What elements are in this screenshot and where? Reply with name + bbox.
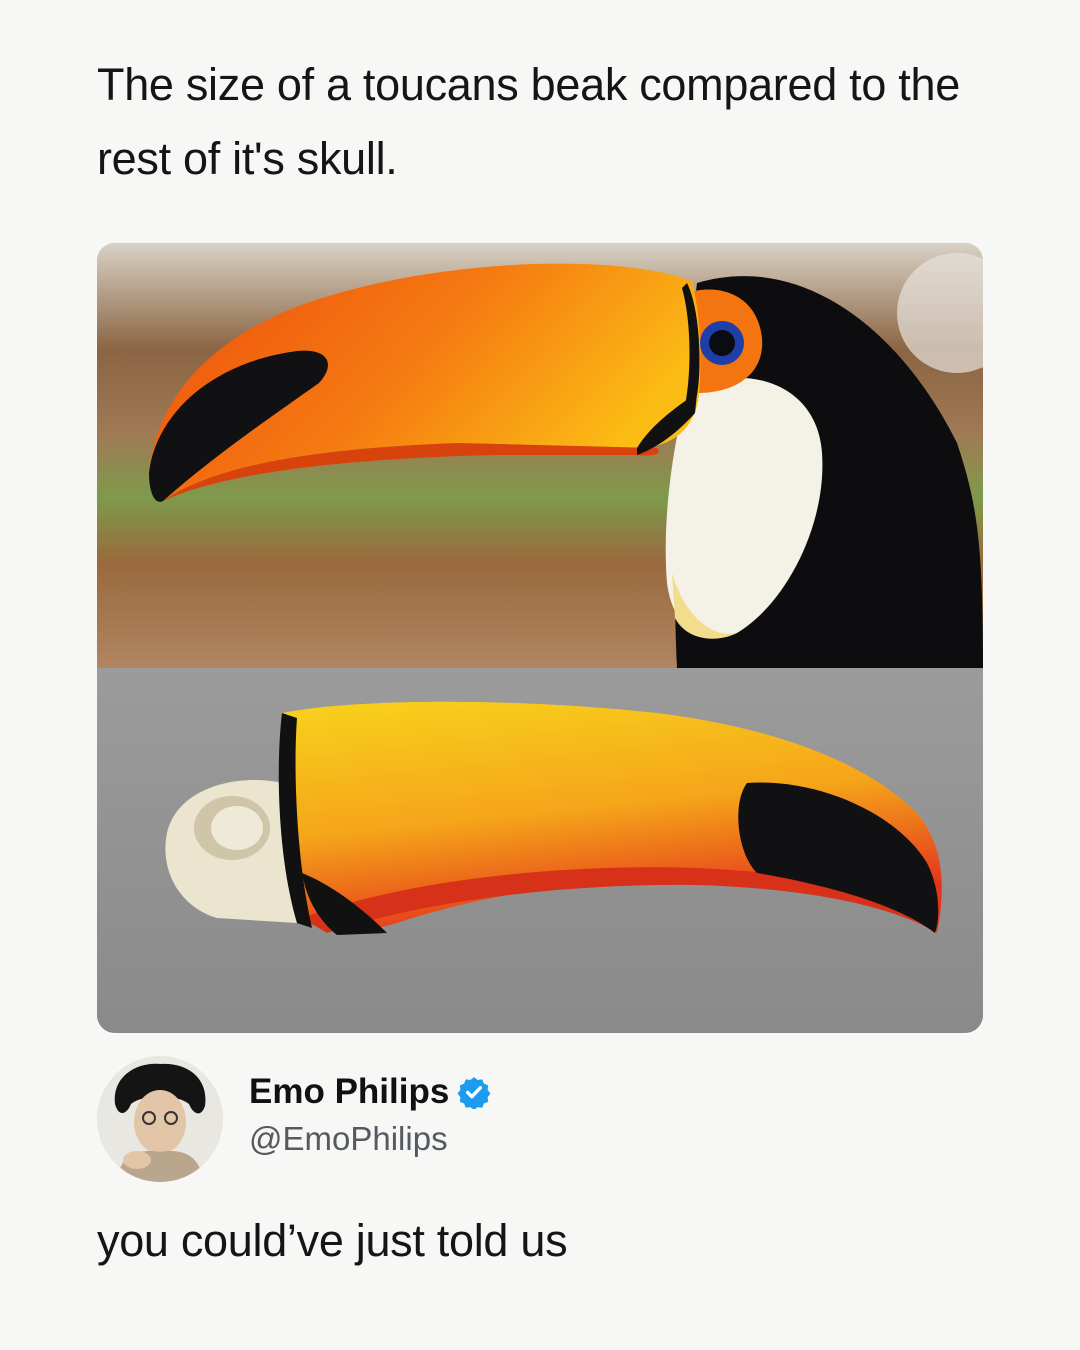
author-handle[interactable]: @EmoPhilips (249, 1120, 448, 1158)
toucan-head-photo (97, 243, 983, 668)
author-name-row[interactable]: Emo Philips (249, 1072, 491, 1112)
toucan-skull-photo (97, 668, 983, 1033)
post-caption: The size of a toucans beak compared to t… (97, 59, 960, 184)
verified-badge-icon (457, 1077, 491, 1109)
reply-text: you could’ve just told us (97, 1215, 568, 1266)
author-name[interactable]: Emo Philips (249, 1072, 449, 1112)
media-image[interactable] (97, 243, 983, 1033)
author-card: Emo Philips @EmoPhilips (97, 1056, 997, 1182)
avatar[interactable] (97, 1056, 223, 1182)
